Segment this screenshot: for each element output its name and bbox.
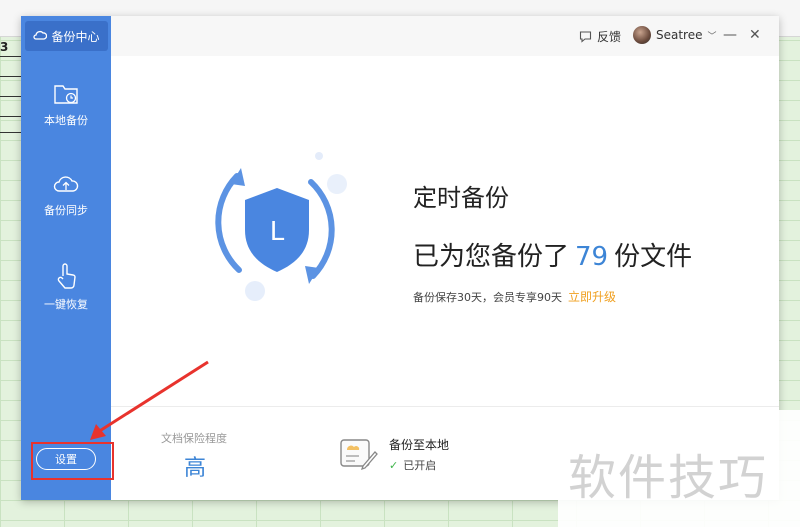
sidebar-item-label: 备份同步 [44,204,88,217]
background-cell-text: 3 [0,40,9,54]
retention-note: 备份保存30天，会员专享90天 立即升级 [413,288,616,305]
backup-count-suffix: 份文件 [614,242,693,272]
feedback-button[interactable]: 反馈 [579,28,621,45]
chat-bubble-icon [579,31,592,43]
protection-level-label: 文档保险程度 [161,432,227,445]
backup-count: 已为您备份了 79 份文件 [413,236,692,273]
close-button[interactable]: ✕ [749,27,761,43]
sidebar: 备份中心 本地备份 备份同步 一键恢复 设置 [21,16,111,500]
backup-count-prefix: 已为您备份了 [413,242,570,272]
chevron-down-icon: ﹀ [707,31,717,42]
check-icon: ✓ [389,459,399,472]
shield-refresh-illustration: L [215,152,347,301]
title-bar: 反馈 Seatree ﹀ — ✕ [111,16,779,56]
backup-count-number: 79 [575,242,609,272]
sidebar-item-backup-sync[interactable]: 备份同步 [21,172,111,218]
minimize-button[interactable]: — [723,27,737,43]
page-title: 定时备份 [413,184,509,212]
brand-tab[interactable]: 备份中心 [25,21,108,51]
cloud-upload-icon [53,176,79,192]
local-backup-title: 备份至本地 [389,438,450,452]
user-menu[interactable]: Seatree ﹀ [633,26,717,44]
username: Seatree [656,28,703,42]
cloud-home-icon [33,30,48,40]
watermark: 软件技巧 [558,410,800,527]
sidebar-item-local-backup[interactable]: 本地备份 [21,82,111,128]
avatar [633,26,651,44]
brand-label: 备份中心 [51,29,100,44]
folder-clock-icon [54,85,78,104]
retention-text: 备份保存30天，会员专享90天 [413,291,562,304]
sidebar-item-one-click-restore[interactable]: 一键恢复 [21,262,111,312]
protection-level-value: 高 [184,456,207,481]
hand-tap-icon [57,263,76,289]
divider [111,406,779,407]
feedback-label: 反馈 [597,30,622,44]
upgrade-link[interactable]: 立即升级 [568,290,616,304]
annotation-highlight-box [31,442,114,480]
document-edit-icon [340,439,378,471]
shield-letter: L [270,217,285,247]
sidebar-item-label: 一键恢复 [44,298,88,311]
local-backup-status: ✓ 已开启 [389,457,436,473]
local-backup-status-text: 已开启 [403,459,437,472]
watermark-text: 软件技巧 [568,450,769,506]
sidebar-item-label: 本地备份 [44,114,88,127]
